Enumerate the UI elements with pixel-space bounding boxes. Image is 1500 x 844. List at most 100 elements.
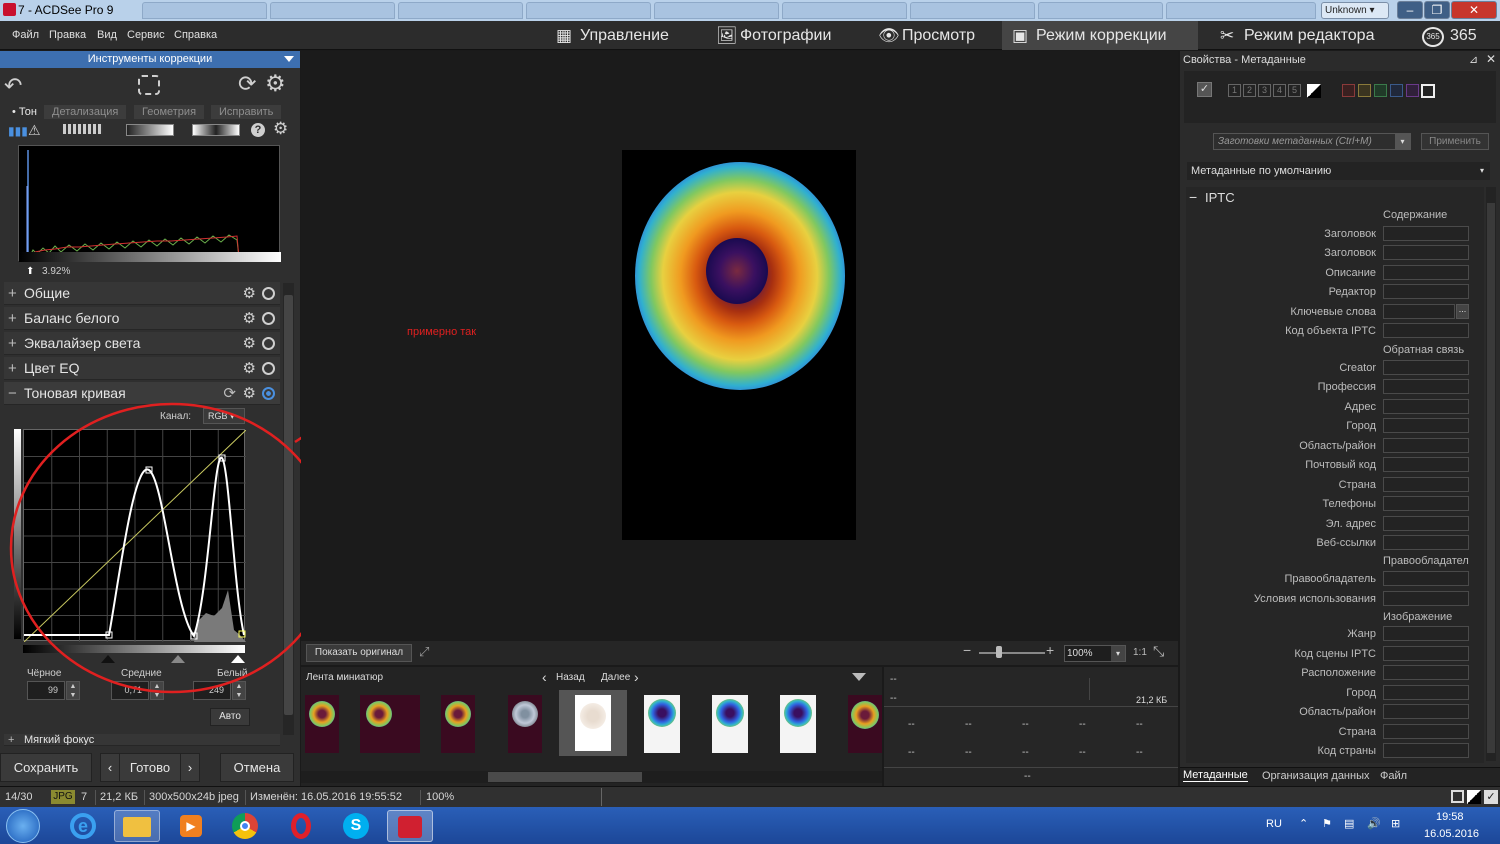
save-button[interactable]: Сохранить (0, 753, 92, 782)
browser-tab[interactable] (398, 2, 523, 19)
reset-icon[interactable]: ⟳ (238, 71, 256, 97)
checkbox-tag[interactable]: ✓ (1197, 82, 1212, 97)
fit-icon[interactable]: ⤡ (1153, 643, 1164, 660)
explorer-icon[interactable] (114, 810, 160, 842)
tab-geometry[interactable]: Геометрия (134, 105, 205, 119)
check-icon[interactable]: ✓ (1484, 790, 1498, 804)
metadata-input[interactable] (1383, 360, 1469, 375)
next-arrow-icon[interactable]: › (634, 669, 639, 685)
mode-photos[interactable]: 🖼 Фотографии (706, 21, 843, 50)
acdsee-taskbar-icon[interactable] (387, 810, 433, 842)
tab-metadata[interactable]: Метаданные (1183, 769, 1248, 782)
panel-dropdown-icon[interactable] (284, 56, 294, 62)
color-label-purple[interactable] (1406, 84, 1419, 97)
toggle-icon[interactable] (262, 287, 275, 300)
clock-date[interactable]: 16.05.2016 (1424, 828, 1479, 840)
skype-icon[interactable]: S (333, 810, 379, 842)
zoom-select[interactable]: 100% ▾ (1064, 645, 1126, 662)
metadata-input[interactable] (1383, 665, 1469, 680)
next-arrow-icon[interactable]: › (180, 753, 200, 782)
filmstrip-collapse-icon[interactable] (852, 673, 866, 681)
histogram-icon[interactable]: ▮▮▮ (8, 124, 28, 138)
metadata-input[interactable] (1383, 284, 1469, 299)
metadata-input[interactable] (1383, 571, 1469, 586)
back-arrow-icon[interactable]: ‹ (542, 669, 547, 685)
default-metadata-select[interactable]: Метаданные по умолчанию ▾ (1187, 162, 1490, 180)
show-original-button[interactable]: Показать оригинал (306, 644, 412, 662)
clock-time[interactable]: 19:58 (1436, 811, 1464, 823)
view-split-icon[interactable] (1467, 790, 1481, 804)
fullscreen-icon[interactable]: ⤢ (419, 644, 429, 660)
metadata-input[interactable] (1383, 379, 1469, 394)
metadata-scrollbar-thumb[interactable] (1487, 203, 1495, 753)
filmstrip-scrollbar-thumb[interactable] (488, 772, 642, 782)
metadata-input[interactable] (1383, 226, 1469, 241)
chrome-icon[interactable] (222, 810, 268, 842)
mode-edit[interactable]: ✂ Режим редактора (1210, 21, 1386, 50)
thumbnail[interactable] (780, 695, 816, 753)
focus-icon[interactable] (138, 75, 160, 95)
browser-tab[interactable] (142, 2, 267, 19)
tab-detail[interactable]: Детализация (44, 105, 127, 119)
browser-tab[interactable] (1166, 2, 1316, 19)
metadata-input[interactable] (1383, 399, 1469, 414)
minimize-button[interactable]: – (1397, 1, 1423, 19)
settings-gear-icon[interactable]: ⚙ (265, 70, 286, 97)
menu-help[interactable]: Справка (174, 29, 217, 41)
metadata-input[interactable] (1383, 265, 1469, 280)
profile-button[interactable]: Unknown ▾ (1321, 2, 1389, 19)
thumbnail-selected[interactable] (559, 690, 627, 756)
browser-tab[interactable] (526, 2, 651, 19)
metadata-input[interactable] (1383, 591, 1469, 606)
color-label-green[interactable] (1374, 84, 1387, 97)
media-player-icon[interactable]: ▶ (168, 810, 214, 842)
metadata-input[interactable] (1383, 704, 1469, 719)
color-label-blue[interactable] (1390, 84, 1403, 97)
browser-tab[interactable] (270, 2, 395, 19)
done-button[interactable]: Готово (120, 753, 180, 782)
metadata-input[interactable] (1383, 438, 1469, 453)
thumbnail[interactable] (848, 695, 882, 753)
close-button[interactable]: ✕ (1451, 1, 1497, 19)
tab-repair[interactable]: Исправить (211, 105, 282, 119)
metadata-input[interactable] (1383, 535, 1469, 550)
maximize-button[interactable]: ❐ (1424, 1, 1450, 19)
zoom-slider-thumb[interactable] (996, 646, 1002, 658)
mode-develop[interactable]: ▣ Режим коррекции (1002, 21, 1198, 50)
color-label-red[interactable] (1342, 84, 1355, 97)
thumbnail[interactable] (360, 695, 420, 753)
image-viewer[interactable]: примерно так (301, 51, 1178, 641)
thumbnail[interactable] (508, 695, 542, 753)
start-button[interactable] (6, 809, 40, 843)
filmstrip-next[interactable]: Далее (601, 672, 630, 683)
mode-manage[interactable]: ▦ Управление (546, 21, 681, 50)
actual-size-button[interactable]: 1:1 (1133, 647, 1147, 658)
metadata-input[interactable] (1383, 516, 1469, 531)
metadata-input[interactable] (1383, 685, 1469, 700)
collapse-icon[interactable]: − (1189, 189, 1197, 205)
zoom-slider[interactable] (979, 652, 1045, 654)
menu-edit[interactable]: Правка (49, 29, 86, 41)
metadata-input[interactable] (1383, 457, 1469, 472)
opera-icon[interactable] (278, 810, 324, 842)
volume-icon[interactable]: 🔊 (1367, 817, 1381, 830)
view-square-icon[interactable] (1451, 790, 1464, 803)
color-label-yellow[interactable] (1358, 84, 1371, 97)
histogram-settings-icon[interactable]: ⚙ (273, 119, 288, 139)
rating-5[interactable]: 5 (1288, 84, 1301, 97)
apply-button[interactable]: Применить (1421, 133, 1489, 150)
metadata-input[interactable] (1383, 496, 1469, 511)
section-soft-focus[interactable]: + Мягкий фокус (4, 734, 280, 746)
tab-organize[interactable]: Организация данных (1262, 770, 1370, 782)
filmstrip-back[interactable]: Назад (556, 672, 585, 683)
metadata-input[interactable] (1383, 245, 1469, 260)
thumbnail[interactable] (441, 695, 475, 753)
pin-icon[interactable]: ⊿ (1469, 53, 1478, 66)
metadata-input[interactable] (1383, 323, 1469, 338)
menu-file[interactable]: Файл (12, 29, 39, 41)
clipping-icon[interactable] (63, 124, 103, 134)
help-icon[interactable]: ? (251, 123, 265, 137)
mode-365[interactable]: 365 365 (1412, 21, 1489, 50)
warning-icon[interactable]: ⚠ (28, 122, 41, 139)
browser-tab[interactable] (910, 2, 1035, 19)
